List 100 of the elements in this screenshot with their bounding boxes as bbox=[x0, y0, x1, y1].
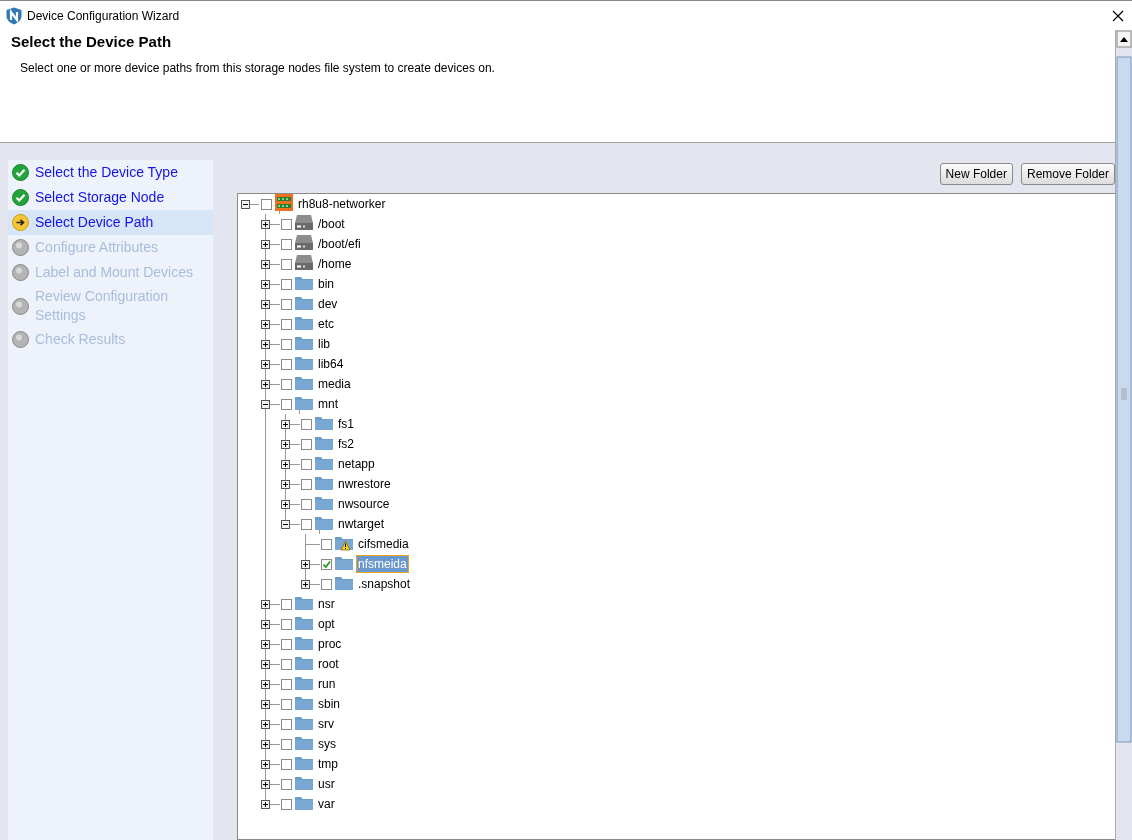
expand-toggle[interactable] bbox=[261, 260, 270, 269]
checkbox[interactable] bbox=[281, 798, 292, 810]
expand-toggle[interactable] bbox=[261, 760, 270, 769]
expand-toggle[interactable] bbox=[261, 360, 270, 369]
wizard-step[interactable]: Select Storage Node bbox=[8, 185, 213, 210]
checkbox[interactable] bbox=[321, 578, 332, 590]
checkbox[interactable] bbox=[281, 638, 292, 650]
collapse-toggle[interactable] bbox=[261, 400, 270, 409]
expand-toggle[interactable] bbox=[261, 240, 270, 249]
expand-toggle[interactable] bbox=[261, 800, 270, 809]
wizard-step[interactable]: Select Device Path bbox=[8, 210, 213, 235]
wizard-step[interactable]: Select the Device Type bbox=[8, 160, 213, 185]
circle-icon bbox=[12, 239, 29, 256]
expand-toggle[interactable] bbox=[261, 720, 270, 729]
checkbox[interactable] bbox=[281, 278, 292, 290]
tree-item[interactable]: mnt bbox=[316, 395, 340, 413]
expand-toggle[interactable] bbox=[261, 620, 270, 629]
remove-folder-button[interactable]: Remove Folder bbox=[1020, 163, 1115, 185]
tree-item[interactable]: dev bbox=[316, 295, 340, 313]
expand-toggle[interactable] bbox=[281, 500, 290, 509]
checkbox[interactable] bbox=[301, 518, 312, 530]
expand-toggle[interactable] bbox=[261, 280, 270, 289]
tree-item[interactable]: nwtarget bbox=[336, 515, 387, 533]
tree-item[interactable]: nwsource bbox=[336, 495, 392, 513]
tree-item[interactable]: usr bbox=[316, 775, 337, 793]
checkbox[interactable] bbox=[281, 378, 292, 390]
tree-item[interactable]: /boot bbox=[316, 215, 347, 233]
tree-item[interactable]: netapp bbox=[336, 455, 377, 473]
tree-item[interactable]: lib bbox=[316, 335, 332, 353]
tree-item[interactable]: media bbox=[316, 375, 353, 393]
checkbox[interactable] bbox=[301, 458, 312, 470]
expand-toggle[interactable] bbox=[261, 780, 270, 789]
close-icon[interactable] bbox=[1112, 9, 1124, 22]
checkbox[interactable] bbox=[321, 538, 332, 550]
checkbox[interactable] bbox=[281, 758, 292, 770]
expand-toggle[interactable] bbox=[261, 640, 270, 649]
expand-toggle[interactable] bbox=[281, 420, 290, 429]
checkbox[interactable] bbox=[281, 238, 292, 250]
checkbox[interactable] bbox=[301, 498, 312, 510]
expand-toggle[interactable] bbox=[281, 440, 290, 449]
expand-toggle[interactable] bbox=[261, 660, 270, 669]
expand-toggle[interactable] bbox=[261, 320, 270, 329]
tree-item[interactable]: sys bbox=[316, 735, 338, 753]
collapse-toggle[interactable] bbox=[241, 200, 250, 209]
expand-toggle[interactable] bbox=[261, 680, 270, 689]
expand-toggle[interactable] bbox=[301, 580, 310, 589]
expand-toggle[interactable] bbox=[261, 700, 270, 709]
tree-item[interactable]: bin bbox=[316, 275, 336, 293]
expand-toggle[interactable] bbox=[261, 380, 270, 389]
tree-item[interactable]: /home bbox=[316, 255, 354, 273]
expand-toggle[interactable] bbox=[301, 560, 310, 569]
expand-toggle[interactable] bbox=[261, 220, 270, 229]
tree-item[interactable]: nwrestore bbox=[336, 475, 393, 493]
tree-item[interactable]: root bbox=[316, 655, 341, 673]
expand-toggle[interactable] bbox=[261, 340, 270, 349]
tree-item[interactable]: opt bbox=[316, 615, 337, 633]
tree-item[interactable]: fs1 bbox=[336, 415, 356, 433]
checkbox[interactable] bbox=[281, 398, 292, 410]
tree-item[interactable]: .snapshot bbox=[356, 575, 413, 593]
tree-item[interactable]: fs2 bbox=[336, 435, 356, 453]
checkbox[interactable] bbox=[281, 658, 292, 670]
checkbox[interactable] bbox=[281, 258, 292, 270]
checkbox[interactable] bbox=[281, 718, 292, 730]
tree-item[interactable]: cifsmedia bbox=[356, 535, 411, 553]
tree-item[interactable]: rh8u8-networker bbox=[296, 195, 388, 213]
checkbox[interactable] bbox=[301, 418, 312, 430]
expand-toggle[interactable] bbox=[281, 480, 290, 489]
checkbox[interactable] bbox=[281, 678, 292, 690]
collapse-toggle[interactable] bbox=[281, 520, 290, 529]
expand-toggle[interactable] bbox=[261, 740, 270, 749]
checkbox[interactable] bbox=[281, 318, 292, 330]
tree-item[interactable]: /boot/efi bbox=[316, 235, 363, 253]
checkbox[interactable] bbox=[301, 478, 312, 490]
checkbox[interactable] bbox=[261, 198, 272, 210]
checkbox[interactable] bbox=[281, 778, 292, 790]
checkbox[interactable] bbox=[281, 618, 292, 630]
tree-item[interactable]: etc bbox=[316, 315, 336, 333]
expand-toggle[interactable] bbox=[281, 460, 290, 469]
tree-item[interactable]: srv bbox=[316, 715, 336, 733]
checkbox[interactable] bbox=[281, 358, 292, 370]
tree-item[interactable]: tmp bbox=[316, 755, 340, 773]
checkbox[interactable] bbox=[301, 438, 312, 450]
expand-toggle[interactable] bbox=[261, 600, 270, 609]
checkbox[interactable] bbox=[321, 558, 332, 570]
tree-item[interactable]: lib64 bbox=[316, 355, 346, 373]
tree-item[interactable]: run bbox=[316, 675, 338, 693]
shield-logo-icon bbox=[6, 6, 22, 25]
vertical-scrollbar[interactable] bbox=[1115, 30, 1132, 840]
checkbox[interactable] bbox=[281, 738, 292, 750]
tree-item[interactable]: proc bbox=[316, 635, 344, 653]
expand-toggle[interactable] bbox=[261, 300, 270, 309]
checkbox[interactable] bbox=[281, 698, 292, 710]
tree-item[interactable]: nsr bbox=[316, 595, 337, 613]
checkbox[interactable] bbox=[281, 338, 292, 350]
tree-item[interactable]: var bbox=[316, 795, 337, 813]
checkbox[interactable] bbox=[281, 298, 292, 310]
checkbox[interactable] bbox=[281, 218, 292, 230]
tree-item[interactable]: sbin bbox=[316, 695, 342, 713]
checkbox[interactable] bbox=[281, 598, 292, 610]
new-folder-button[interactable]: New Folder bbox=[939, 163, 1013, 185]
